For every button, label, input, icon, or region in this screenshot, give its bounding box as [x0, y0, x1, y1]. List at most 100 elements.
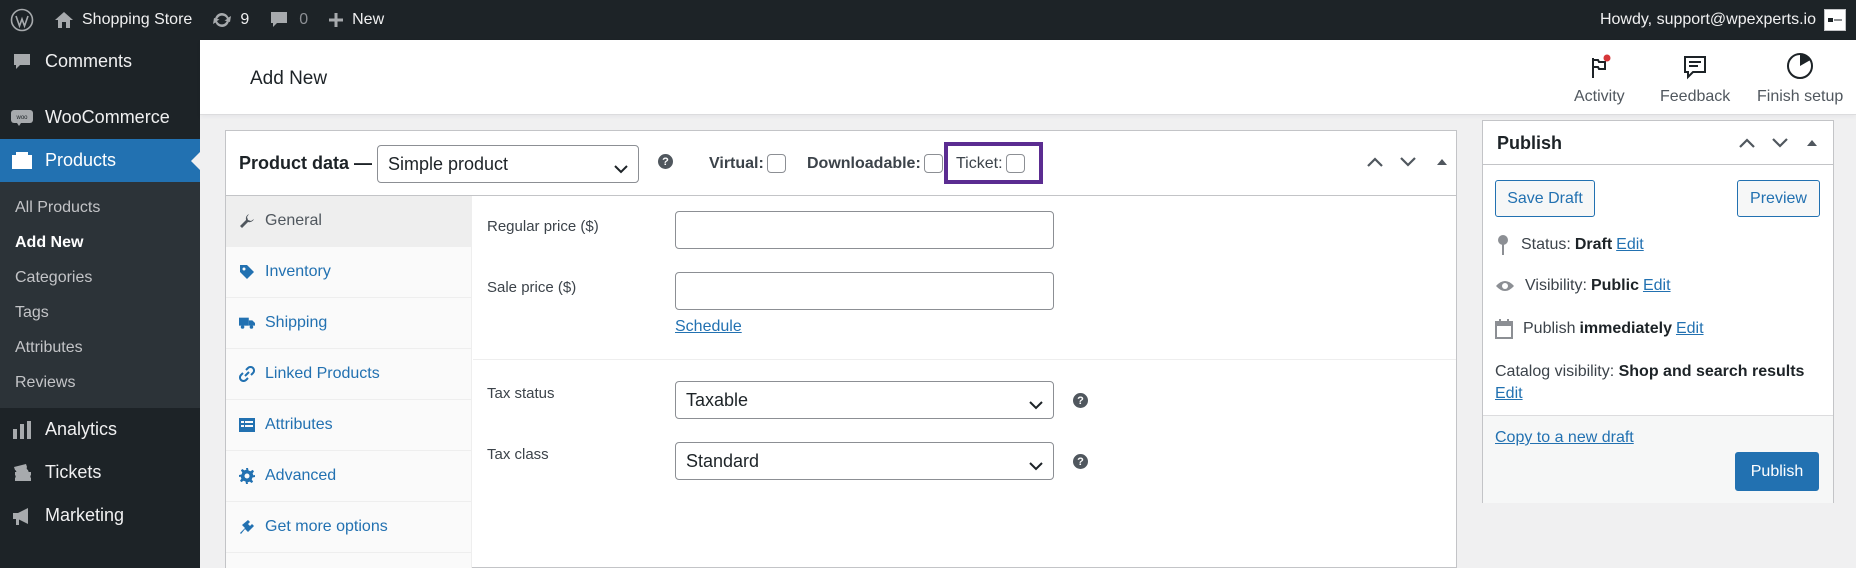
submenu-categories[interactable]: Categories — [0, 260, 200, 295]
publish-date-row: Publish immediately Edit — [1495, 319, 1704, 339]
tab-linked-products[interactable]: Linked Products — [226, 349, 471, 400]
comments-link[interactable]: 0 — [259, 0, 318, 40]
list-icon — [239, 417, 255, 433]
updates-link[interactable]: 9 — [202, 0, 259, 40]
status-row: Status: Draft Edit — [1495, 234, 1644, 256]
submenu-add-new[interactable]: Add New — [0, 225, 200, 260]
truck-icon — [239, 315, 255, 331]
virtual-option: Virtual: — [709, 154, 786, 173]
tax-status-select[interactable]: Taxable — [675, 381, 1054, 419]
account-greeting[interactable]: Howdy, support@wpexperts.io — [1600, 11, 1816, 29]
tab-attributes[interactable]: Attributes — [226, 400, 471, 451]
page-title: Add New — [250, 68, 328, 89]
gear-icon — [239, 468, 255, 484]
submenu-reviews[interactable]: Reviews — [0, 365, 200, 400]
admin-bar: Shopping Store 9 0 New Howdy, support@wp… — [0, 0, 1856, 40]
tab-shipping[interactable]: Shipping — [226, 298, 471, 349]
copy-to-draft-link[interactable]: Copy to a new draft — [1495, 429, 1634, 447]
home-icon — [54, 11, 74, 29]
products-submenu: All Products Add New Categories Tags Att… — [0, 182, 200, 408]
tax-status-value: Taxable — [686, 389, 749, 410]
regular-price-input[interactable] — [675, 211, 1054, 249]
help-icon[interactable]: ? — [1073, 454, 1088, 469]
tab-general[interactable]: General — [226, 196, 471, 247]
sidebar-item-comments[interactable]: Comments — [0, 40, 200, 83]
edit-catalog-visibility-link[interactable]: Edit — [1495, 385, 1523, 402]
marketing-icon — [10, 504, 34, 528]
tab-inventory[interactable]: Inventory — [226, 247, 471, 298]
downloadable-label: Downloadable: — [807, 154, 921, 172]
ticket-checkbox[interactable] — [1005, 154, 1025, 173]
updates-icon — [212, 11, 232, 29]
catalog-visibility-row: Catalog visibility: Shop and search resu… — [1495, 361, 1804, 405]
submenu-attributes[interactable]: Attributes — [0, 330, 200, 365]
feedback-icon — [1682, 54, 1708, 88]
sidebar-item-products[interactable]: Products — [0, 139, 200, 182]
publish-title: Publish — [1497, 133, 1563, 153]
status-label: Status: — [1521, 236, 1571, 253]
move-down-icon[interactable] — [1771, 134, 1789, 156]
edit-status-link[interactable]: Edit — [1616, 236, 1644, 254]
submenu-all-products[interactable]: All Products — [0, 190, 200, 225]
sidebar-item-analytics[interactable]: Analytics — [0, 408, 200, 451]
move-up-icon[interactable] — [1738, 134, 1756, 156]
new-label: New — [352, 11, 385, 28]
new-content-link[interactable]: New — [318, 0, 394, 40]
svg-text:woo: woo — [15, 115, 28, 121]
tab-label: General — [265, 212, 322, 229]
virtual-checkbox[interactable] — [766, 154, 786, 173]
wordpress-logo-icon[interactable] — [0, 0, 44, 40]
calendar-icon — [1495, 319, 1523, 339]
help-icon[interactable]: ? — [658, 154, 673, 169]
sidebar-item-tickets[interactable]: Tickets — [0, 451, 200, 494]
feedback-label: Feedback — [1660, 88, 1731, 105]
progress-circle-icon — [1786, 52, 1814, 88]
site-name-link[interactable]: Shopping Store — [44, 0, 202, 40]
sidebar-item-woocommerce[interactable]: woo WooCommerce — [0, 96, 200, 139]
sale-price-input[interactable] — [675, 272, 1054, 310]
product-data-tabs: General Inventory Shipping Linked Produc… — [226, 196, 472, 568]
activity-button[interactable]: Activity — [1574, 48, 1625, 108]
chevron-down-icon — [614, 158, 628, 179]
tab-label: Linked Products — [265, 365, 380, 382]
submenu-tags[interactable]: Tags — [0, 295, 200, 330]
tab-label: Shipping — [265, 314, 328, 331]
product-type-value: Simple product — [388, 153, 509, 174]
sidebar-item-label: WooCommerce — [45, 107, 170, 127]
eye-icon — [1495, 279, 1525, 293]
feedback-button[interactable]: Feedback — [1660, 48, 1730, 108]
downloadable-checkbox[interactable] — [923, 154, 943, 173]
tax-class-label: Tax class — [487, 446, 549, 463]
collapse-toggle-icon[interactable] — [1435, 153, 1449, 175]
publish-date-value: immediately — [1579, 320, 1672, 337]
product-data-title: Product data — — [239, 153, 373, 173]
save-draft-button[interactable]: Save Draft — [1495, 180, 1595, 217]
tab-label: Get more options — [265, 518, 388, 535]
edit-visibility-link[interactable]: Edit — [1643, 277, 1671, 295]
tab-get-more-options[interactable]: Get more options — [226, 502, 471, 553]
tab-label: Advanced — [265, 467, 337, 484]
visibility-row: Visibility: Public Edit — [1495, 277, 1671, 295]
sidebar-item-label: Analytics — [45, 419, 118, 439]
publish-button[interactable]: Publish — [1735, 452, 1819, 491]
activity-label: Activity — [1574, 88, 1625, 105]
tab-advanced[interactable]: Advanced — [226, 451, 471, 502]
analytics-icon — [10, 418, 34, 442]
avatar[interactable] — [1824, 9, 1846, 31]
visibility-label: Visibility: — [1525, 277, 1587, 294]
edit-publish-date-link[interactable]: Edit — [1676, 320, 1704, 338]
help-icon[interactable]: ? — [1073, 393, 1088, 408]
tax-class-select[interactable]: Standard — [675, 442, 1054, 480]
collapse-toggle-icon[interactable] — [1805, 134, 1819, 156]
schedule-link[interactable]: Schedule — [675, 318, 742, 336]
preview-button[interactable]: Preview — [1737, 180, 1820, 217]
sidebar-item-marketing[interactable]: Marketing — [0, 494, 200, 537]
move-up-icon[interactable] — [1366, 153, 1384, 175]
finish-setup-button[interactable]: Finish setup — [1757, 48, 1843, 108]
product-type-select[interactable]: Simple product — [377, 145, 639, 183]
move-down-icon[interactable] — [1399, 153, 1417, 175]
site-name: Shopping Store — [82, 11, 193, 28]
section-divider — [473, 359, 1456, 360]
tax-class-value: Standard — [686, 450, 760, 471]
sidebar-separator — [0, 83, 200, 96]
